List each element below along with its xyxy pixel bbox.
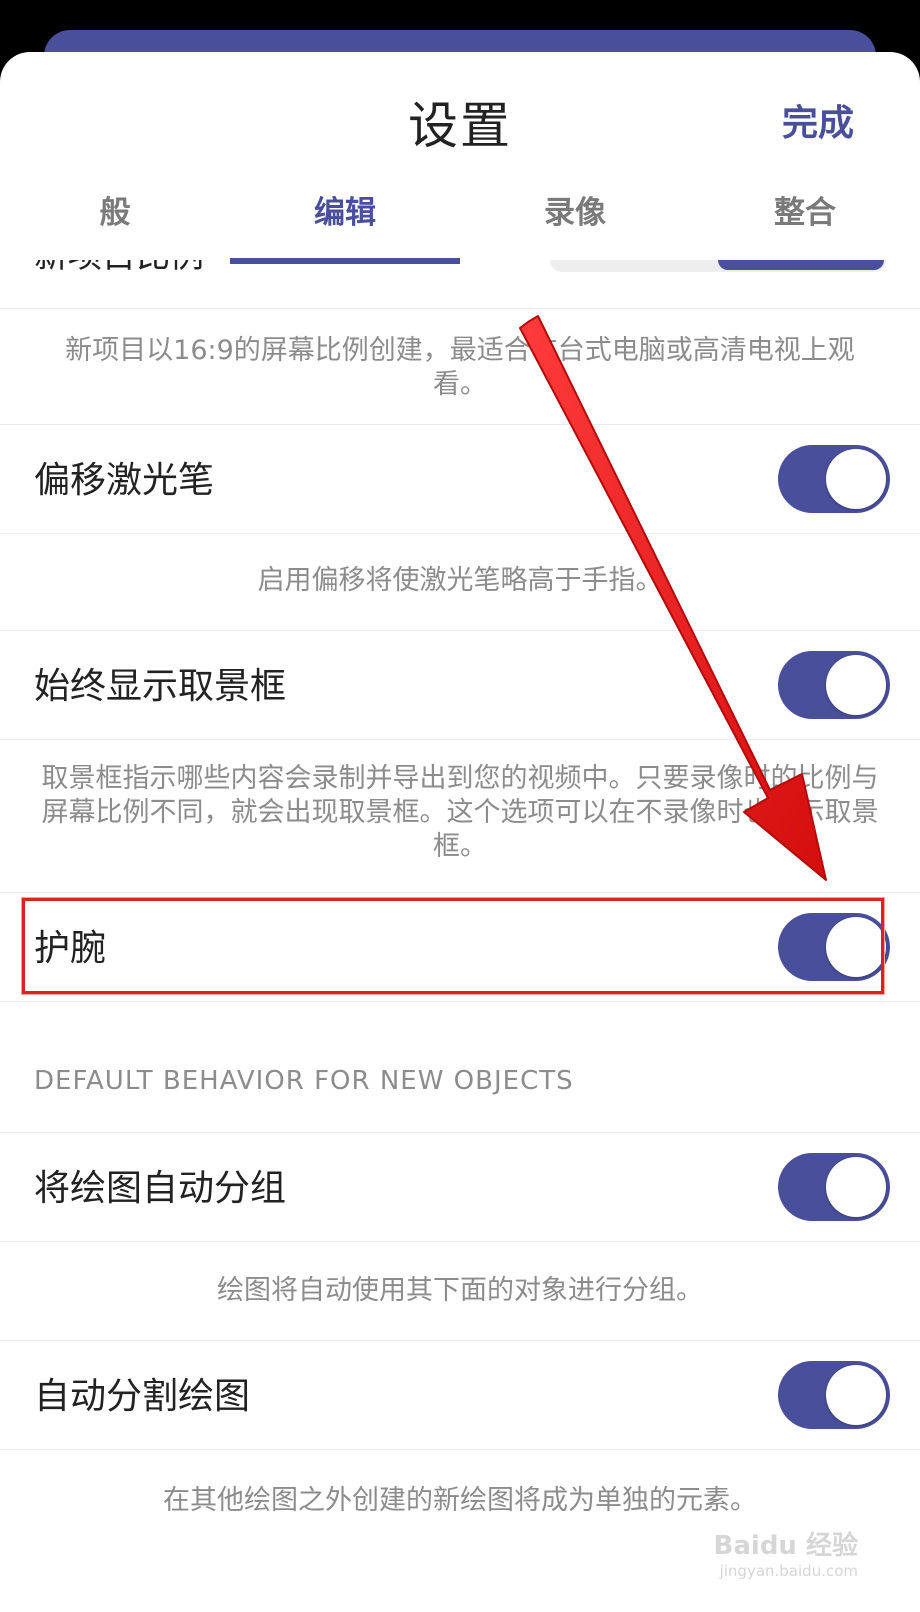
viewfinder-toggle[interactable] (778, 651, 890, 719)
tab-integration[interactable]: 整合 (690, 184, 920, 260)
auto-split-description: 在其他绘图之外创建的新绘图将成为单独的元素。 (163, 1485, 757, 1516)
section-header: DEFAULT BEHAVIOR FOR NEW OBJECTS (34, 1066, 574, 1096)
setting-row-viewfinder: 始终显示取景框 (0, 630, 920, 740)
setting-label: 将绘图自动分组 (34, 1168, 287, 1209)
viewfinder-description: 取景框指示哪些内容会录制并导出到您的视频中。只要录像时的比例与屏幕比例不同，就会… (41, 763, 879, 862)
toggle-knob (826, 449, 886, 509)
offset-laser-description: 启用偏移将使激光笔略高于手指。 (257, 565, 663, 596)
tab-edit[interactable]: 编辑 (230, 184, 460, 264)
toggle-knob (826, 655, 886, 715)
setting-row-auto-split: 自动分割绘图 (0, 1340, 920, 1450)
toggle-knob (826, 1157, 886, 1217)
watermark-url: jingyan.baidu.com (719, 1562, 858, 1580)
settings-sheet: 设置 完成 般 编辑 录像 整合 新项目比例 4:3 16:9 新项目以16:9… (0, 52, 920, 1612)
setting-row-offset-laser: 偏移激光笔 (0, 424, 920, 534)
setting-label: 始终显示取景框 (34, 666, 287, 707)
setting-row-auto-group: 将绘图自动分组 (0, 1132, 920, 1242)
setting-label: 偏移激光笔 (34, 460, 215, 501)
done-button[interactable]: 完成 (782, 94, 854, 146)
aspect-ratio-description: 新项目以16:9的屏幕比例创建，最适合在台式电脑或高清电视上观看。 (65, 335, 855, 400)
tab-bar: 般 编辑 录像 整合 (0, 184, 920, 264)
watermark-brand: Baidu 经验 (713, 1531, 858, 1561)
tab-recording[interactable]: 录像 (460, 184, 690, 260)
toggle-knob (826, 1365, 886, 1425)
auto-group-toggle[interactable] (778, 1153, 890, 1221)
offset-laser-toggle[interactable] (778, 445, 890, 513)
tab-general[interactable]: 般 (0, 184, 230, 260)
annotation-highlight-box (22, 898, 884, 994)
watermark: Baidu 经验 jingyan.baidu.com (714, 1525, 858, 1580)
setting-label: 自动分割绘图 (34, 1376, 251, 1417)
auto-split-toggle[interactable] (778, 1361, 890, 1429)
auto-group-description: 绘图将自动使用其下面的对象进行分组。 (217, 1275, 703, 1306)
